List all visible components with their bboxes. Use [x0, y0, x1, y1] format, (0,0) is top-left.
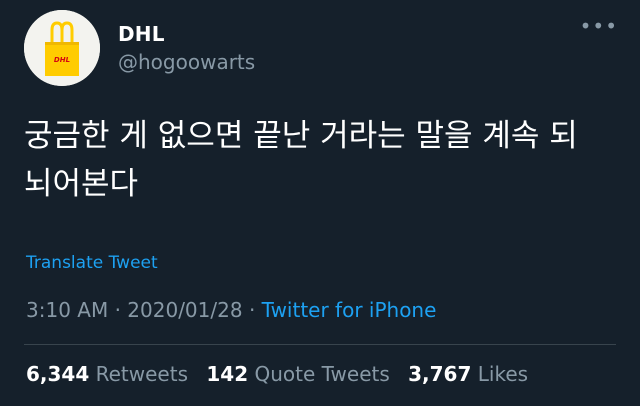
retweets-count: 6,344 [26, 362, 90, 386]
user-handle[interactable]: @hogoowarts [118, 50, 255, 74]
tweet-source-link[interactable]: Twitter for iPhone [262, 298, 437, 322]
tweet-metadata: 3:10 AM · 2020/01/28 · Twitter for iPhon… [26, 298, 436, 322]
tweet-text-line-1: 궁금한 게 없으면 끝난 거라는 말을 계속 되 [24, 118, 578, 154]
translate-tweet-link[interactable]: Translate Tweet [26, 253, 158, 273]
likes-stat[interactable]: 3,767 Likes [408, 362, 528, 386]
tweet-time[interactable]: 3:10 AM [26, 298, 108, 322]
divider [24, 344, 616, 345]
retweets-stat[interactable]: 6,344 Retweets [26, 362, 188, 386]
retweets-label: Retweets [95, 362, 188, 386]
likes-count: 3,767 [408, 362, 472, 386]
tweet-header: DHL DHL @hogoowarts ••• [24, 10, 624, 86]
quote-tweets-label: Quote Tweets [254, 362, 390, 386]
more-horizontal-icon[interactable]: ••• [580, 16, 618, 36]
tweet-text: 궁금한 게 없으면 끝난 거라는 말을 계속 되 뇌어본다 [24, 112, 614, 208]
dhl-logo: DHL [54, 56, 70, 64]
likes-label: Likes [477, 362, 529, 386]
tweet-date[interactable]: 2020/01/28 [127, 298, 242, 322]
meta-separator: · [114, 298, 121, 322]
meta-separator: · [248, 298, 256, 322]
tote-bag-icon: DHL [24, 10, 100, 86]
tweet-text-line-2: 뇌어본다 [24, 166, 139, 202]
quote-tweets-count: 142 [206, 362, 249, 386]
display-name[interactable]: DHL [118, 22, 165, 46]
quote-tweets-stat[interactable]: 142 Quote Tweets [206, 362, 389, 386]
tweet-stats: 6,344 Retweets 142 Quote Tweets 3,767 Li… [26, 362, 528, 386]
avatar[interactable]: DHL [24, 10, 100, 86]
